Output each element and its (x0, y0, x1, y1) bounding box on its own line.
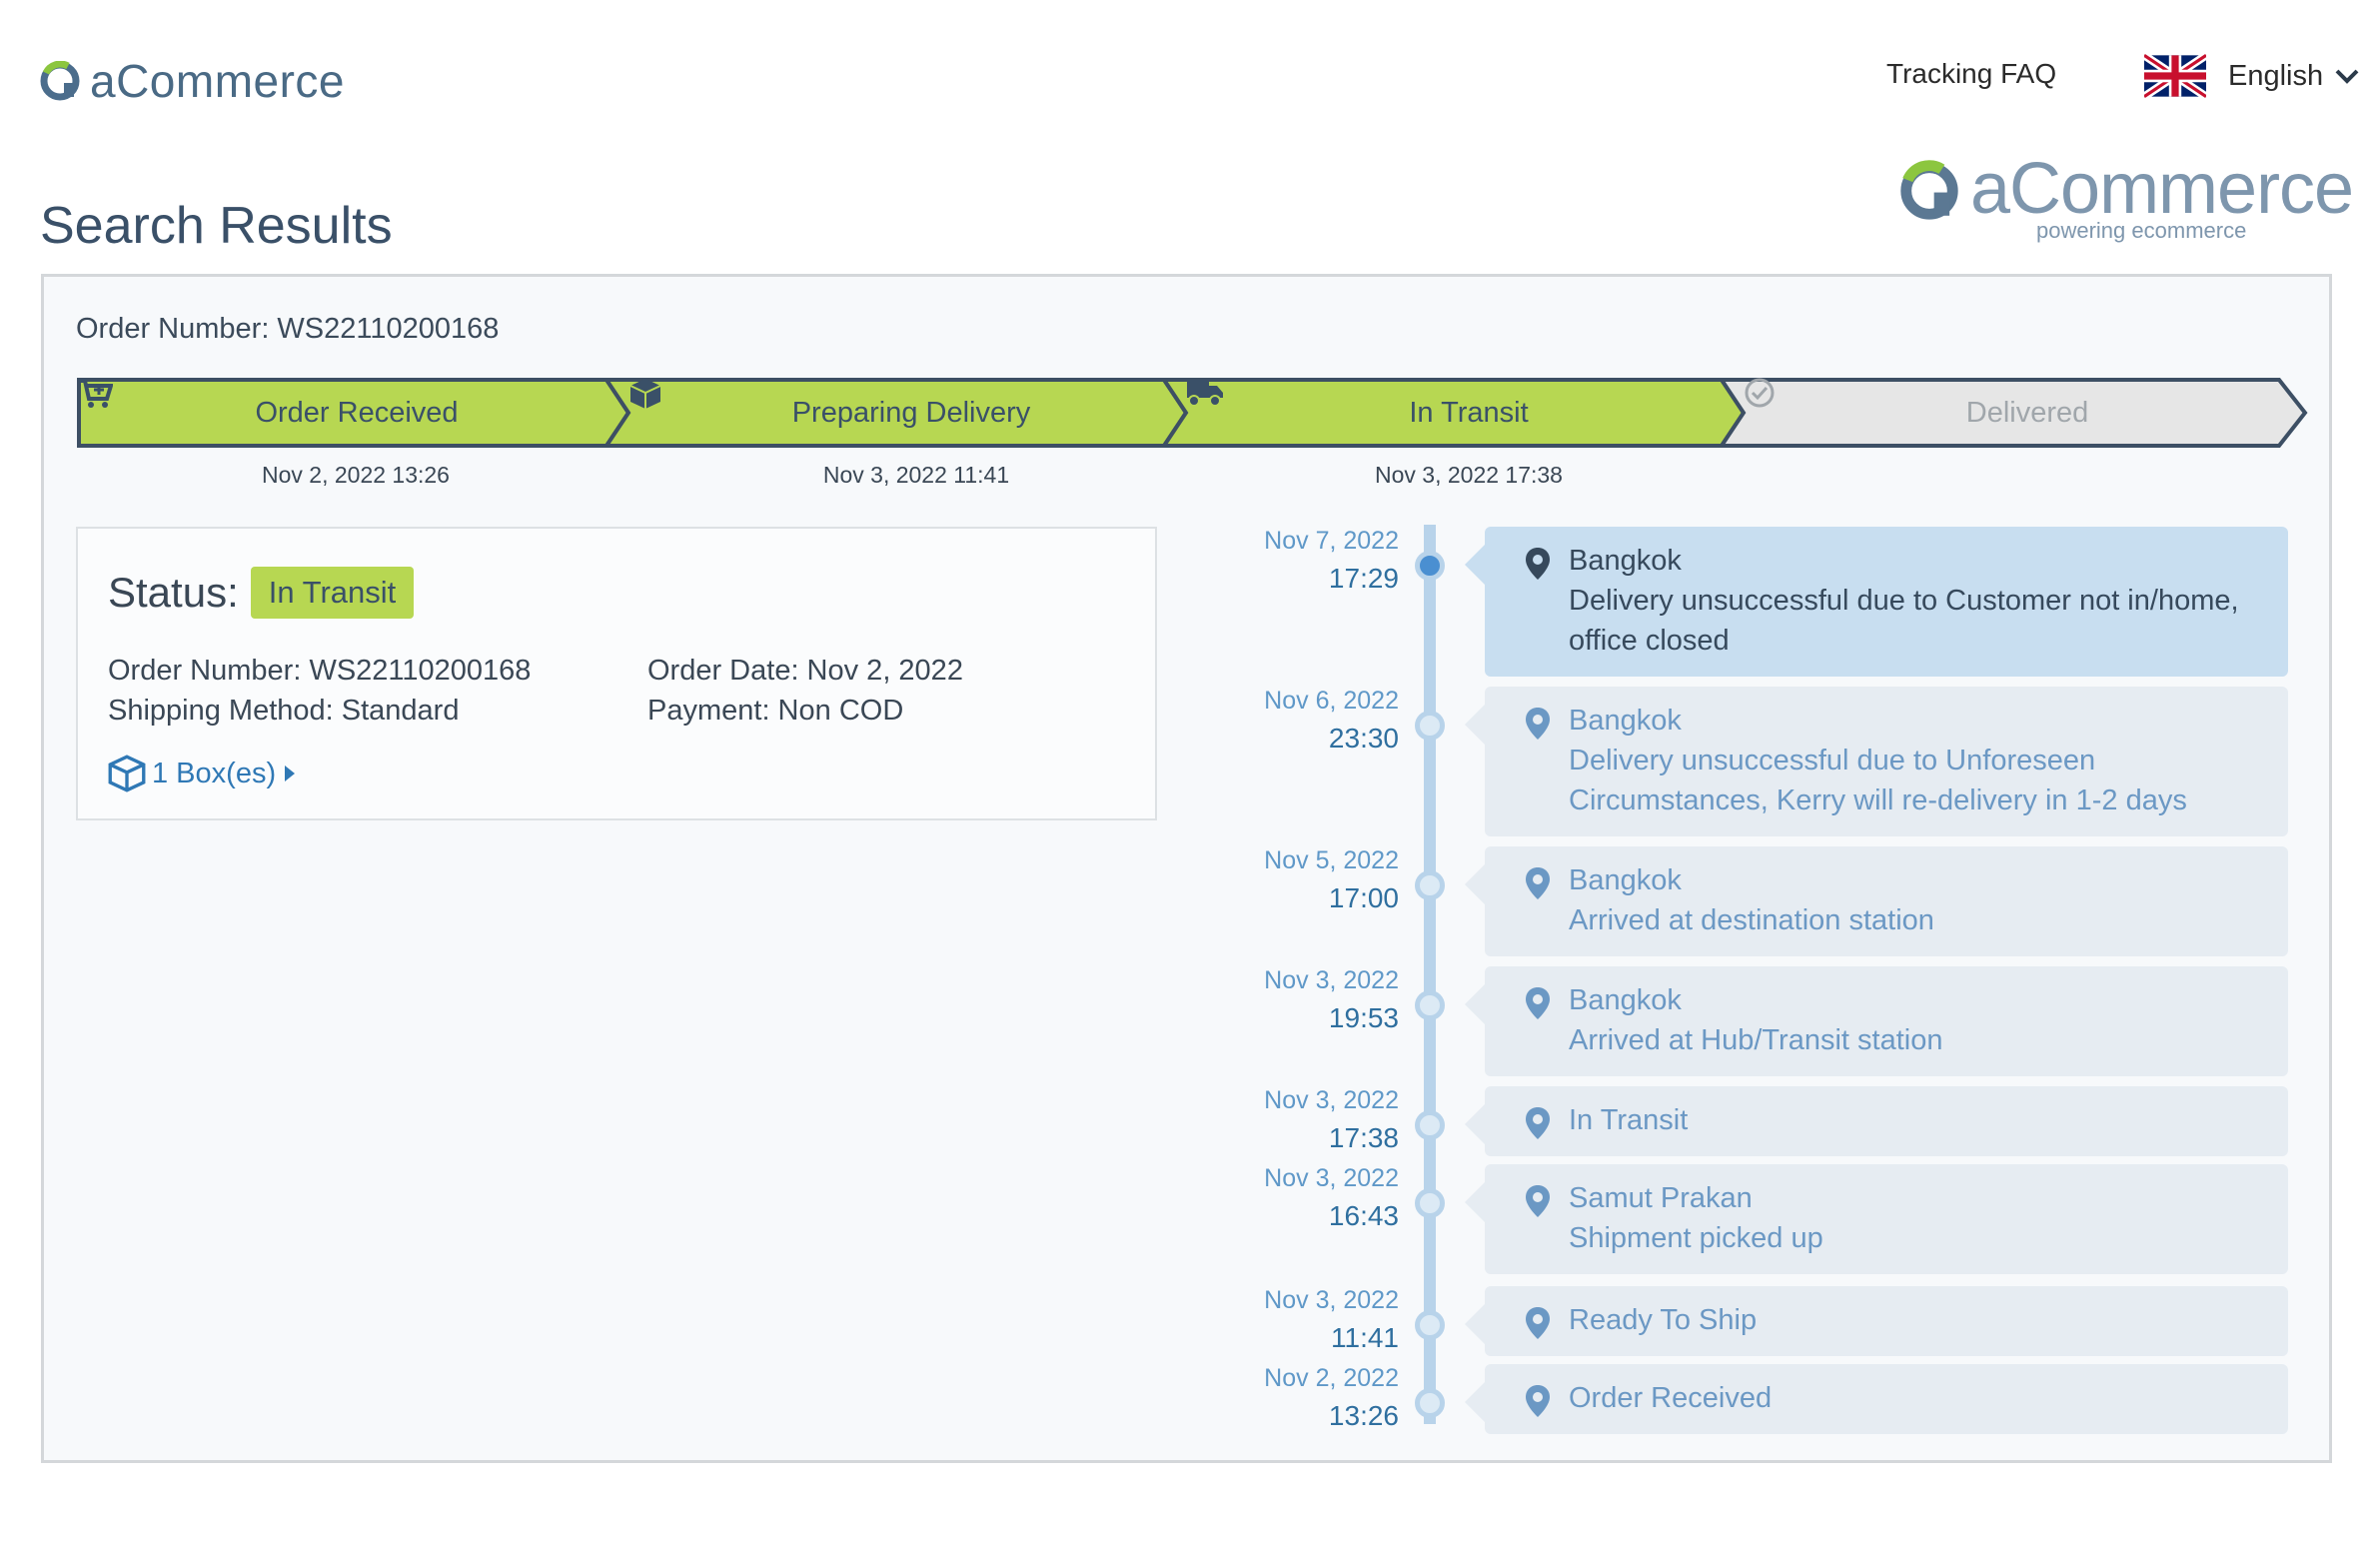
order-number-value: WS22110200168 (277, 313, 500, 345)
location-pin-icon (1526, 708, 1550, 740)
boxes-label: 1 Box(es) (152, 757, 277, 789)
timeline-time: 16:43 (1328, 1200, 1399, 1231)
status-shipping-method: Shipping Method: Standard (108, 695, 460, 727)
location-pin-icon (1526, 867, 1550, 899)
timeline-description: Arrived at Hub/Transit station (1569, 1024, 1943, 1056)
status-title: Status: In Transit (108, 567, 415, 619)
step-date-order-received: Nov 2, 2022 13:26 (262, 462, 450, 488)
timeline-event: In Transit (1465, 1086, 2288, 1156)
step-order-received: Order Received (77, 377, 628, 449)
page-title: Search Results (40, 197, 393, 255)
timeline-location: Bangkok (1569, 705, 1682, 737)
status-summary: Status: In Transit Order Number: WS22110… (76, 527, 1157, 820)
step-label-text: Order Received (255, 396, 459, 429)
timeline-location: Samut Prakan (1569, 1182, 1753, 1214)
timeline-dot (1415, 990, 1445, 1020)
timeline-event: Bangkok Arrived at Hub/Transit station (1465, 966, 2288, 1076)
timeline-time: 11:41 (1331, 1322, 1399, 1353)
timeline-dot (1415, 1188, 1445, 1218)
timeline-time: 19:53 (1328, 1002, 1399, 1033)
timeline-event: Bangkok Delivery unsuccessful due to Cus… (1465, 527, 2288, 677)
location-pin-icon (1526, 1107, 1550, 1139)
step-in-transit: In Transit (1186, 377, 1744, 449)
timeline-date: Nov 7, 2022 (1264, 527, 1399, 555)
timeline-time: 23:30 (1328, 723, 1399, 754)
header-logo[interactable]: aCommerce (40, 54, 345, 108)
timeline-location: In Transit (1569, 1104, 1689, 1136)
status-label: Status: (108, 569, 239, 616)
timeline-dot-active (1415, 551, 1445, 581)
timeline-date: Nov 2, 2022 (1264, 1364, 1399, 1392)
timeline-location: Bangkok (1569, 545, 1682, 577)
location-pin-icon (1526, 1307, 1550, 1339)
acommerce-logo-icon (1900, 160, 1958, 220)
timeline-date: Nov 5, 2022 (1264, 846, 1399, 874)
timeline-description: Delivery unsuccessful due to Unforeseen … (1569, 745, 2187, 816)
box-icon (108, 755, 146, 792)
step-date-preparing-delivery: Nov 3, 2022 11:41 (822, 462, 1010, 488)
timeline-location: Bangkok (1569, 984, 1682, 1016)
order-number-heading: Order Number: WS22110200168 (76, 313, 507, 346)
timeline-dot (1415, 711, 1445, 741)
timeline-dot (1415, 870, 1445, 900)
step-preparing-delivery: Preparing Delivery (628, 377, 1186, 449)
timeline-description: Shipment picked up (1569, 1222, 1823, 1254)
step-delivered: Delivered (1744, 377, 2303, 449)
timeline-time: 17:38 (1328, 1122, 1399, 1153)
location-pin-icon (1526, 1185, 1550, 1217)
order-number-label: Order Number: (76, 313, 270, 345)
status-order-date: Order Date: Nov 2, 2022 (647, 655, 963, 687)
timeline-date: Nov 3, 2022 (1264, 1164, 1399, 1192)
location-pin-icon (1526, 987, 1550, 1019)
tracking-faq-link[interactable]: Tracking FAQ (1886, 58, 2056, 90)
acommerce-logo-icon (40, 61, 80, 101)
logo-wordmark: aCommerce (90, 55, 346, 107)
timeline-location: Bangkok (1569, 864, 1682, 896)
caret-right-icon (285, 766, 296, 781)
timeline-description: Delivery unsuccessful due to Customer no… (1569, 585, 2239, 657)
timeline-event: Bangkok Arrived at destination station (1465, 846, 2288, 956)
step-label-text: Preparing Delivery (791, 396, 1031, 429)
timeline-event: Bangkok Delivery unsuccessful due to Unf… (1465, 687, 2288, 836)
timeline-date: Nov 3, 2022 (1264, 1286, 1399, 1314)
uk-flag-icon (2144, 54, 2206, 98)
step-date-in-transit: Nov 3, 2022 17:38 (1375, 462, 1563, 488)
boxes-toggle[interactable]: 1 Box(es) (108, 755, 296, 792)
timeline-time: 13:26 (1328, 1400, 1399, 1431)
brand-tagline: powering ecommerce (2036, 218, 2247, 243)
status-order-number: Order Number: WS22110200168 (108, 655, 532, 687)
timeline-time: 17:00 (1328, 882, 1399, 913)
timeline-event: Samut Prakan Shipment picked up (1465, 1164, 2288, 1274)
status-badge: In Transit (250, 567, 415, 619)
progress-steps: Order Received Preparing Delivery In Tra… (77, 377, 2308, 449)
timeline-date: Nov 6, 2022 (1264, 687, 1399, 715)
brand-logo: aCommerce powering ecommerce (1898, 149, 2354, 248)
location-pin-icon (1526, 548, 1550, 580)
timeline-line (1424, 525, 1436, 1424)
timeline-time: 17:29 (1328, 563, 1399, 594)
timeline-event: Order Received (1465, 1364, 2288, 1434)
step-label-text: In Transit (1409, 396, 1529, 429)
timeline-description: Arrived at destination station (1569, 904, 1934, 936)
language-selector[interactable]: English (2144, 54, 2359, 98)
timeline-dot (1415, 1388, 1445, 1418)
location-pin-icon (1526, 1385, 1550, 1417)
timeline-date: Nov 3, 2022 (1264, 966, 1399, 994)
results-card: Order Number: WS22110200168 Order Receive… (41, 274, 2332, 1463)
status-payment: Payment: Non COD (647, 695, 904, 727)
chevron-down-icon (2335, 69, 2359, 84)
timeline-dot (1415, 1110, 1445, 1140)
timeline-date: Nov 3, 2022 (1264, 1086, 1399, 1114)
step-label-text: Delivered (1965, 396, 2089, 429)
language-label: English (2228, 59, 2324, 92)
timeline-dot (1415, 1310, 1445, 1340)
timeline-location: Order Received (1569, 1382, 1773, 1414)
timeline-event: Ready To Ship (1465, 1286, 2288, 1356)
timeline-location: Ready To Ship (1569, 1304, 1758, 1336)
